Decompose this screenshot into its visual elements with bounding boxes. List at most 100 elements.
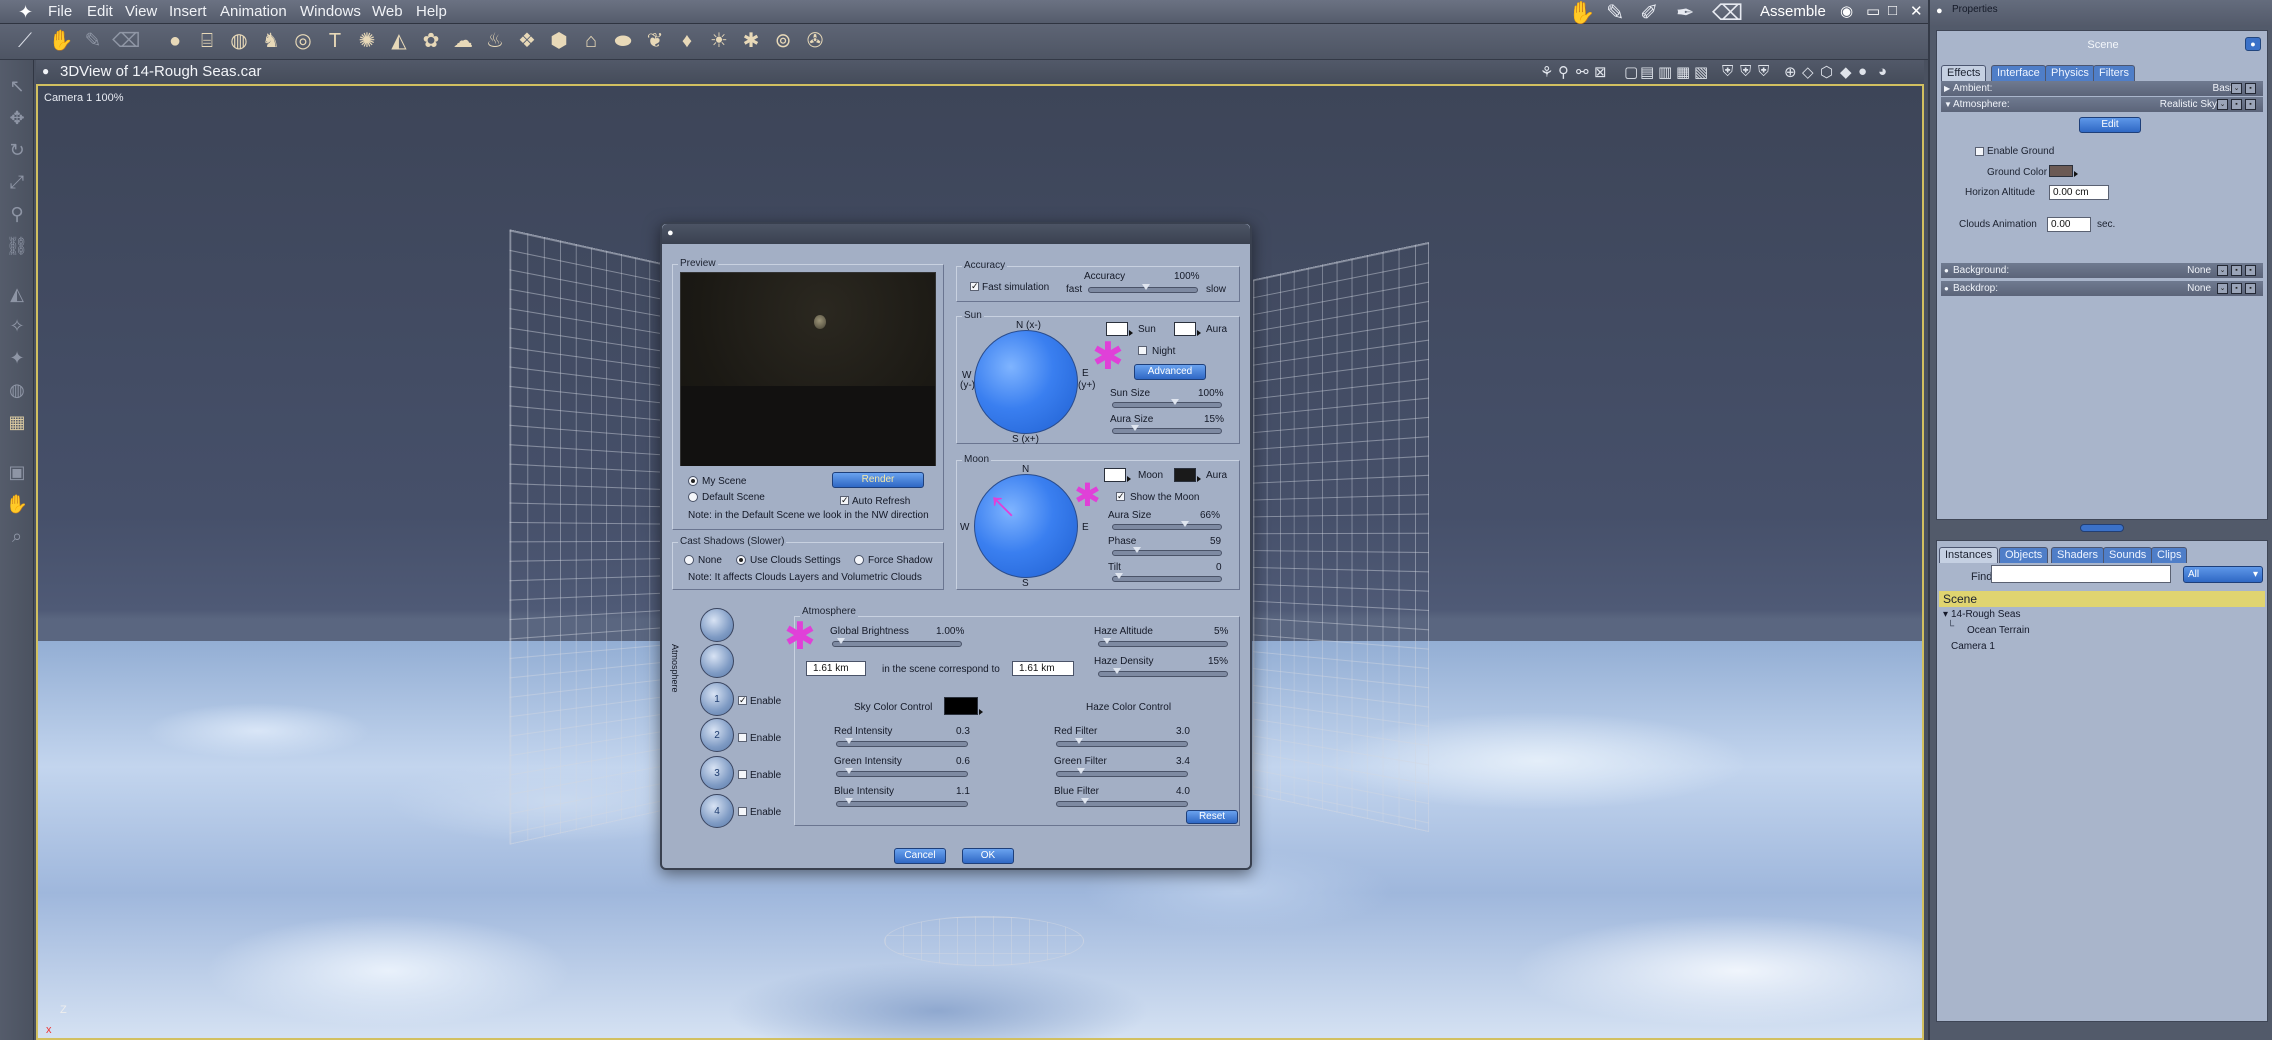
night-checkbox[interactable] [1138,346,1147,355]
sphere-icon[interactable]: ● [162,28,188,54]
axis-toggle-icon[interactable]: ⚘ [1540,63,1553,81]
moon-aura-size-slider-knob[interactable] [1181,521,1189,527]
tree-expand-icon[interactable]: ▾ [1943,609,1948,620]
globe-icon[interactable]: ◍ [226,28,252,54]
tilt-slider[interactable] [1112,573,1222,582]
panel-splitter[interactable] [2080,524,2124,532]
sun-size-slider[interactable] [1112,399,1222,408]
tab-objects[interactable]: Objects [1999,547,2049,563]
cylinder-icon[interactable]: ⌸ [194,28,220,54]
terrain-icon[interactable]: ◭ [386,28,412,54]
my-scene-radio[interactable] [688,476,698,486]
tab-interface[interactable]: Interface [1991,65,2046,81]
shadow-clouds-radio[interactable] [736,555,746,565]
paint-tool-icon[interactable]: ✎ [1606,0,1624,26]
leaf-icon[interactable]: ❦ [642,28,668,54]
plant-icon[interactable]: ✿ [418,28,444,54]
background-options-icon[interactable]: ▪ [2245,265,2256,276]
cloud-layer-2-checkbox[interactable] [738,733,747,742]
background-row[interactable]: ● Background: None ⌄ ▪ ▪ [1941,263,2263,278]
atmosphere-options-icon[interactable]: ▪ [2245,99,2256,110]
accuracy-slider-knob[interactable] [1142,284,1150,290]
hand-tool-icon[interactable]: ✋ [1568,0,1595,26]
figure-icon[interactable]: ♞ [258,28,284,54]
distance-field-b[interactable]: 1.61 km [1012,661,1074,676]
atmosphere-value[interactable]: Realistic Sky [2121,97,2217,112]
distance-field-a[interactable]: 1.61 km [806,661,866,676]
reset-button[interactable]: Reset [1186,810,1238,824]
ok-button[interactable]: OK [962,848,1014,864]
eye-object-icon[interactable]: ◎ [290,28,316,54]
expand-down-icon[interactable]: ▼ [1944,97,1952,112]
atmosphere-chevron-icon[interactable]: ⌄ [2217,99,2228,110]
cloud-object-icon[interactable]: ☁ [450,28,476,54]
haze-density-slider[interactable] [1098,668,1228,677]
view-menu-dot-icon[interactable]: ● [42,64,49,78]
background-edit-icon[interactable]: ▪ [2231,265,2242,276]
options-icon[interactable]: ▪ [2245,83,2256,94]
blue-filter-slider[interactable] [1056,798,1188,807]
scale-icon[interactable]: ⤢ [5,170,29,194]
box-shade-icon[interactable]: ⬡ [1820,63,1833,81]
ground-color-swatch[interactable] [2049,165,2078,177]
light-toggle-icon[interactable]: ⚲ [1558,63,1569,81]
rotate-icon[interactable]: ↻ [5,138,29,162]
menu-help[interactable]: Help [416,3,447,20]
background-chevron-icon[interactable]: ⌄ [2217,265,2228,276]
shield-2-icon[interactable]: ⛨ [1740,63,1751,80]
backdrop-options-icon[interactable]: ▪ [2245,283,2256,294]
ambient-value[interactable]: Basic [2141,81,2237,96]
background-value[interactable]: None [2111,263,2211,278]
global-brightness-slider-knob[interactable] [837,638,845,644]
cloud-layer-1-icon[interactable]: 1 [700,682,734,716]
horizon-altitude-field[interactable]: 0.00 cm [2049,185,2109,200]
tab-physics[interactable]: Physics [2045,65,2095,81]
zoom-tool-icon[interactable]: ⌕ [5,524,29,548]
global-brightness-slider[interactable] [832,638,962,647]
target-icon[interactable]: ⊚ [770,28,796,54]
properties-menu-dot-icon[interactable]: ● [1936,5,1943,17]
nav-icon[interactable]: ⊕ [1784,63,1797,81]
find-input[interactable] [1991,565,2171,583]
cloud-layer-2-icon[interactable]: 2 [700,718,734,752]
enable-ground-checkbox[interactable] [1975,147,1984,156]
flat-shade-icon[interactable]: ◆ [1840,63,1852,81]
shield-1-icon[interactable]: ⛨ [1722,63,1733,80]
scene-tool-icon[interactable]: ▦ [5,410,29,434]
atmosphere-edit-icon[interactable]: ▪ [2231,99,2242,110]
gear-object-icon[interactable]: ✺ [354,28,380,54]
tab-effects[interactable]: Effects [1941,65,1987,81]
move-icon[interactable]: ✥ [5,106,29,130]
camera-tool-icon[interactable]: ◭ [5,282,29,306]
default-scene-radio[interactable] [688,492,698,502]
eye-icon[interactable]: ◉ [1840,2,1853,20]
house-icon[interactable]: ⌂ [578,28,604,54]
eraser-icon[interactable]: ⌫ [112,28,140,54]
menu-insert[interactable]: Insert [169,3,207,20]
blue-filter-slider-knob[interactable] [1081,798,1089,804]
wrench-icon[interactable]: ✇ [802,28,828,54]
sun-size-slider-knob[interactable] [1171,399,1179,405]
minimize-icon[interactable]: ▭ [1866,2,1880,20]
cloud-layer-4-checkbox[interactable] [738,807,747,816]
backdrop-row[interactable]: ● Backdrop: None ⌄ ▪ ▪ [1941,281,2263,296]
cloud-layer-4-icon[interactable]: 4 [700,794,734,828]
tab-instances[interactable]: Instances [1939,547,1999,563]
render-button[interactable]: Render [832,472,924,488]
rock-icon[interactable]: ⬢ [546,28,572,54]
select-arrow-icon[interactable]: ↖ [5,74,29,98]
pen-tool-icon[interactable]: ✒ [1676,0,1694,26]
wand-icon[interactable]: ⟋ [12,28,38,54]
backdrop-chevron-icon[interactable]: ⌄ [2217,283,2228,294]
backdrop-edit-icon[interactable]: ▪ [2231,283,2242,294]
grab-icon[interactable]: ✋ [48,28,74,54]
stone-icon[interactable]: ⬬ [610,28,636,54]
red-filter-slider[interactable] [1056,738,1188,747]
fog-layer-icon[interactable] [700,644,734,678]
edit-atmosphere-button[interactable]: Edit [2079,117,2141,133]
accuracy-slider[interactable] [1088,284,1198,293]
chain-icon[interactable]: ⛓ [5,234,29,258]
expand-right-icon[interactable]: ▶ [1944,81,1950,96]
quad-view-icon[interactable]: ▦ [1676,63,1690,81]
pen-icon[interactable]: ✎ [80,28,106,54]
